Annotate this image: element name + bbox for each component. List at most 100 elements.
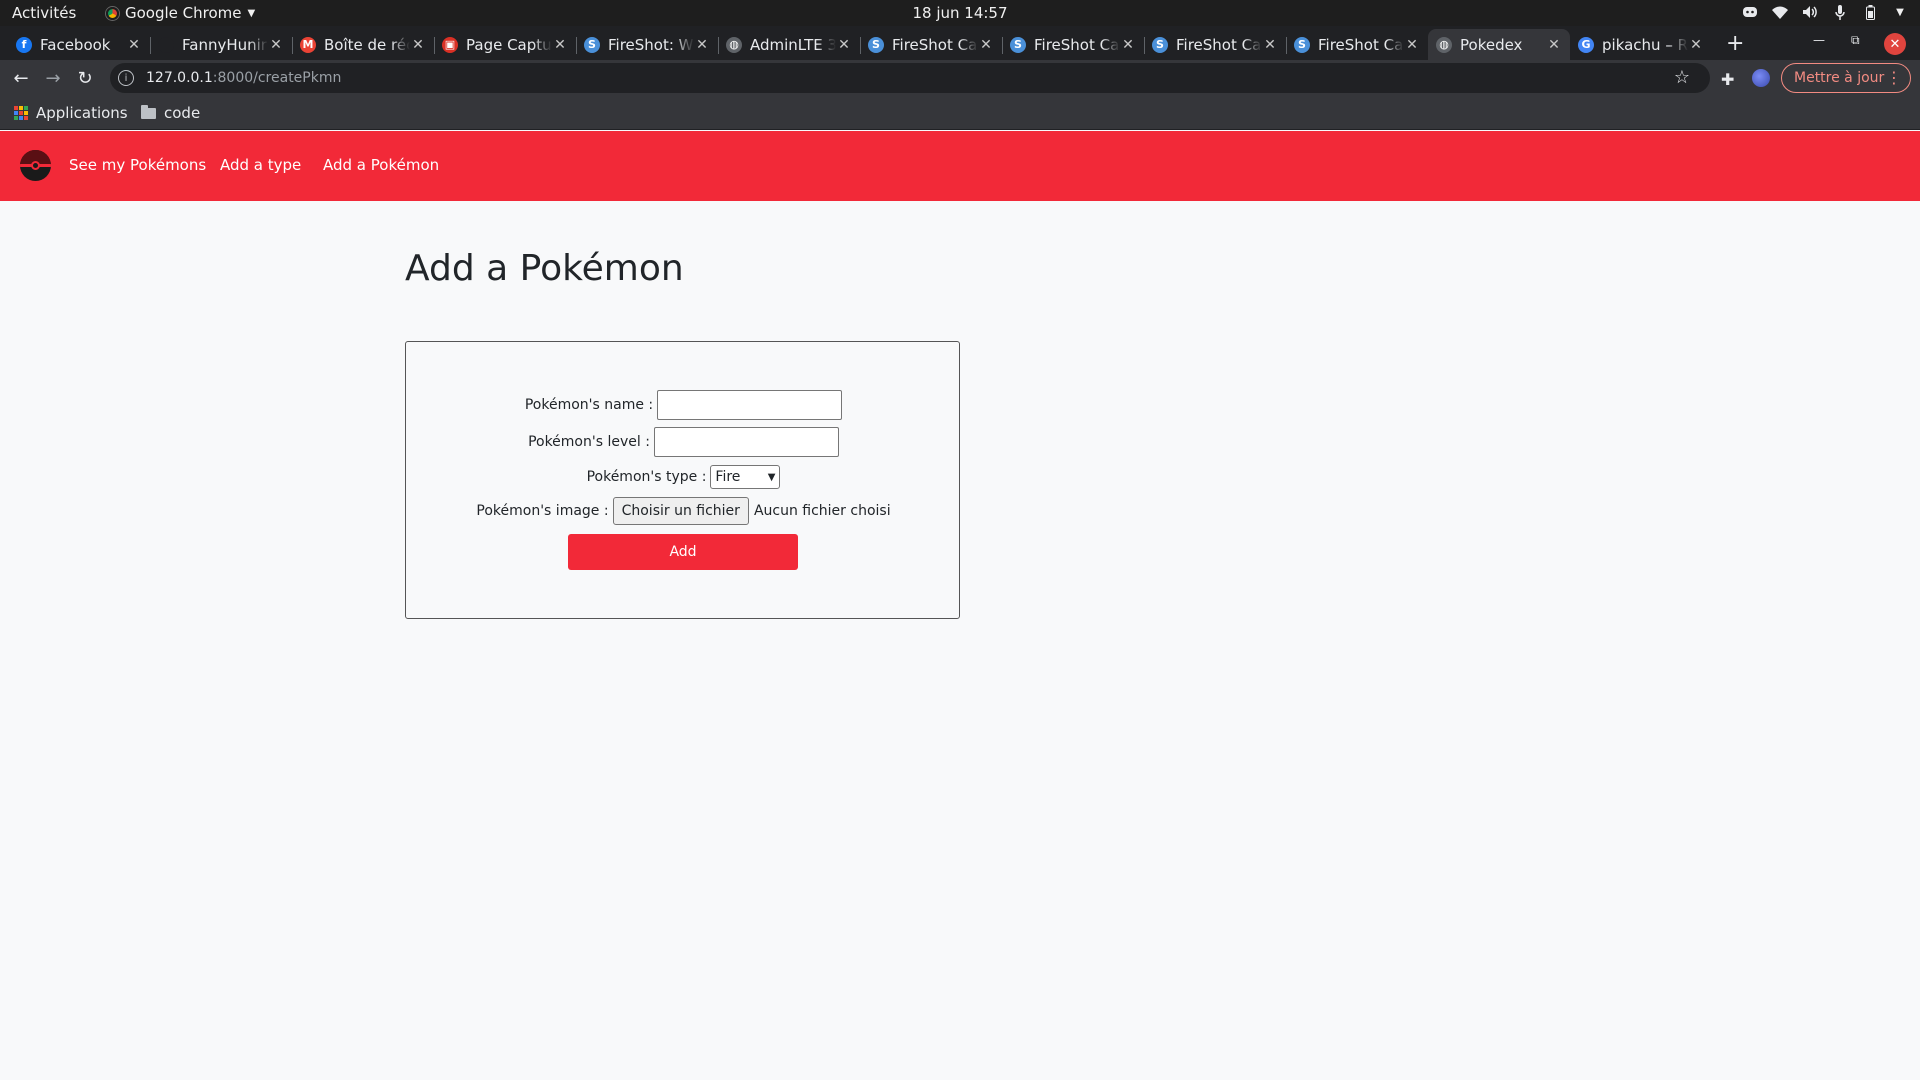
system-tray[interactable]: ▼ [1742, 4, 1908, 20]
update-chrome-button[interactable]: Mettre à jour ⋮ [1781, 63, 1911, 93]
gmail-icon: M [300, 36, 316, 53]
fireshot-icon: S [1152, 36, 1168, 53]
browser-tab[interactable]: f Facebook ✕ [8, 29, 150, 60]
forward-button[interactable]: → [42, 67, 64, 89]
browser-tab[interactable]: ◍ AdminLTE 3 ✕ [718, 29, 860, 60]
tab-title: FireShot Ca [1034, 35, 1120, 54]
tab-separator [718, 37, 719, 54]
bookmark-applications[interactable]: Applications [14, 104, 128, 122]
fireshot-icon: S [1294, 36, 1310, 53]
tab-close-icon[interactable]: ✕ [1688, 37, 1704, 53]
browser-tab[interactable]: FannyHunir ✕ [150, 29, 292, 60]
name-input[interactable] [657, 390, 843, 420]
tab-strip: fFacebook✕FannyHunir✕ M Boîte de réception… [0, 26, 1920, 60]
choose-file-button[interactable]: Choisir un fichier [612, 497, 749, 525]
add-pokemon-form: Pokémon's name : Pokémon's level : Pokém… [405, 341, 960, 619]
wifi-icon[interactable] [1772, 4, 1788, 20]
page-capture-icon: ▣ [442, 36, 458, 53]
type-row: Pokémon's type : Fire ▼ [406, 465, 961, 489]
bookmark-label: code [164, 104, 201, 122]
address-bar[interactable]: i 127.0.0.1 :8000/createPkmn ☆ [110, 63, 1710, 93]
battery-icon[interactable] [1862, 4, 1878, 20]
type-selected-value: Fire [715, 469, 741, 485]
nav-link-add-pokemon[interactable]: Add a Pokémon [323, 156, 439, 174]
chevron-down-icon: ▼ [767, 471, 776, 483]
tab-close-icon[interactable]: ✕ [1404, 37, 1420, 53]
apps-grid-icon [14, 106, 28, 120]
browser-tab[interactable]: ▣ Page Capture✕ [434, 29, 576, 60]
globe-icon: ◍ [726, 36, 742, 53]
tab-close-icon[interactable]: ✕ [268, 37, 284, 53]
tab-separator [1002, 37, 1003, 54]
folder-icon [141, 104, 156, 119]
maximize-button[interactable]: ⧉ [1851, 33, 1860, 48]
chrome-icon [106, 6, 119, 20]
tab-title: FireShot Ca [892, 35, 978, 54]
type-select[interactable]: Fire ▼ [710, 465, 781, 489]
microphone-icon[interactable] [1832, 4, 1848, 20]
activities-button[interactable]: Activités [12, 4, 76, 22]
minimize-button[interactable]: — [1813, 33, 1825, 47]
caret-down-icon: ▼ [247, 7, 256, 19]
volume-icon[interactable] [1802, 4, 1818, 20]
tab-close-icon[interactable]: ✕ [1546, 37, 1562, 53]
browser-tab[interactable]: Gpikachu – R ✕ [1570, 29, 1712, 60]
level-label: Pokémon's level : [528, 434, 650, 450]
bookmark-star-icon[interactable]: ☆ [1674, 67, 1690, 88]
app-menu[interactable]: Google Chrome ▼ [106, 4, 255, 22]
facebook-icon: f [16, 36, 32, 53]
window-close-button[interactable]: ✕ [1884, 33, 1906, 55]
browser-tab[interactable]: S FireShot: W ✕ [576, 29, 718, 60]
tab-title: AdminLTE 3 [750, 35, 836, 54]
bookmark-code[interactable]: code [141, 104, 200, 122]
type-label: Pokémon's type : [586, 469, 707, 485]
name-row: Pokémon's name : [406, 390, 961, 420]
level-row: Pokémon's level : [406, 427, 961, 457]
new-tab-button[interactable]: + [1726, 33, 1744, 55]
github-icon [158, 36, 174, 53]
app-name: Google Chrome [125, 4, 242, 22]
browser-tab[interactable]: S FireShot Ca ✕ [1286, 29, 1428, 60]
tab-close-icon[interactable]: ✕ [552, 37, 568, 53]
browser-tab[interactable]: ◍ Pokedex ✕ [1428, 29, 1570, 60]
tab-title: Boîte de réception [324, 35, 410, 54]
profile-avatar[interactable] [1752, 69, 1770, 87]
image-row: Pokémon's image : Choisir un fichier Auc… [406, 497, 961, 525]
tab-close-icon[interactable]: ✕ [1120, 37, 1136, 53]
image-label: Pokémon's image : [476, 503, 609, 519]
tab-separator [576, 37, 577, 54]
tab-separator [860, 37, 861, 54]
fireshot-icon: S [868, 36, 884, 53]
tab-separator [292, 37, 293, 54]
extensions-puzzle-icon[interactable]: ✚ [1721, 70, 1734, 89]
info-icon[interactable]: i [118, 70, 134, 86]
update-label: Mettre à jour [1794, 70, 1885, 86]
nav-link-see-pokemons[interactable]: See my Pokémons [69, 156, 206, 174]
page-title: Add a Pokémon [405, 248, 684, 289]
tab-close-icon[interactable]: ✕ [836, 37, 852, 53]
browser-tab[interactable]: M Boîte de réception✕ [292, 29, 434, 60]
level-input[interactable] [653, 427, 839, 457]
kebab-menu-icon[interactable]: ⋮ [1886, 68, 1902, 87]
back-button[interactable]: ← [10, 67, 32, 89]
system-menu-caret-icon[interactable]: ▼ [1892, 4, 1908, 20]
discord-icon[interactable] [1742, 4, 1758, 20]
pokeball-logo-icon[interactable] [20, 150, 51, 181]
file-status: Aucun fichier choisi [753, 503, 891, 519]
tab-separator [150, 37, 151, 54]
nav-link-add-type[interactable]: Add a type [220, 156, 301, 174]
browser-tab[interactable]: S FireShot Ca ✕ [860, 29, 1002, 60]
browser-tab[interactable]: S FireShot Ca ✕ [1144, 29, 1286, 60]
tab-close-icon[interactable]: ✕ [126, 37, 142, 53]
add-submit-button[interactable]: Add [568, 534, 798, 570]
reload-button[interactable]: ↻ [74, 67, 96, 89]
tab-close-icon[interactable]: ✕ [1262, 37, 1278, 53]
tab-close-icon[interactable]: ✕ [410, 37, 426, 53]
tab-title: FireShot: W [608, 35, 694, 54]
browser-tab[interactable]: S FireShot Ca ✕ [1002, 29, 1144, 60]
tab-close-icon[interactable]: ✕ [694, 37, 710, 53]
clock[interactable]: 18 jun 14:57 [0, 4, 1920, 22]
tab-title: Pokedex [1460, 35, 1523, 54]
tab-close-icon[interactable]: ✕ [978, 37, 994, 53]
browser-toolbar: ← → ↻ i 127.0.0.1 :8000/createPkmn ☆ ✚ M… [0, 60, 1920, 96]
